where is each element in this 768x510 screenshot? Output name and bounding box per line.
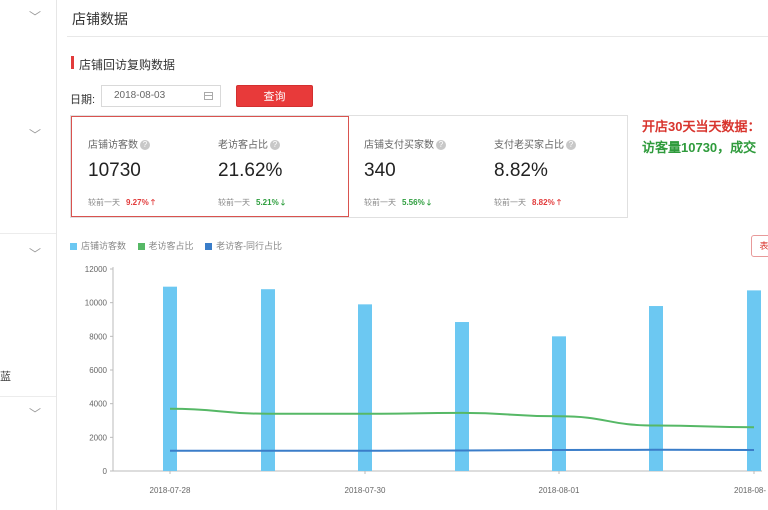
sidebar-divider	[0, 233, 56, 234]
y-tick-label: 8000	[89, 332, 107, 341]
x-tick-label: 2018-07-30	[345, 486, 386, 495]
y-tick-label: 10000	[85, 299, 108, 308]
chevron-down-icon[interactable]: ﹀	[28, 407, 42, 421]
y-tick-label: 4000	[89, 400, 107, 409]
chart-bar	[747, 290, 761, 471]
x-tick-label: 2018-08-	[734, 486, 766, 495]
chart-bar	[358, 304, 372, 471]
chevron-down-icon[interactable]: ﹀	[28, 247, 42, 261]
y-tick-label: 6000	[89, 366, 107, 375]
y-tick-label: 2000	[89, 433, 107, 442]
x-tick-label: 2018-08-01	[539, 486, 580, 495]
series-line-industry-ratio	[170, 448, 755, 452]
y-tick-label: 12000	[85, 265, 108, 274]
sidebar-item-label[interactable]: 蓝	[0, 368, 11, 384]
sidebar-divider	[0, 396, 56, 397]
chart-bar	[261, 289, 275, 471]
chart: 0 2000 4000 6000 8000 10000 12000 2018-07-28 201…	[85, 265, 767, 495]
x-tick-label: 2018-07-28	[150, 486, 191, 495]
main-content: 店铺数据 店铺回访复购数据 日期: 2018-08-03 查询 店铺访客数? 1…	[57, 0, 768, 510]
chart-bar	[455, 322, 469, 471]
chevron-down-icon[interactable]: ﹀	[28, 10, 42, 24]
chart-bar	[163, 286, 177, 471]
sidebar: ﹀ ﹀ ﹀ 蓝 ﹀	[0, 0, 57, 510]
y-tick-label: 0	[103, 467, 108, 476]
chevron-down-icon[interactable]: ﹀	[28, 128, 42, 142]
chart-bar	[649, 306, 663, 471]
